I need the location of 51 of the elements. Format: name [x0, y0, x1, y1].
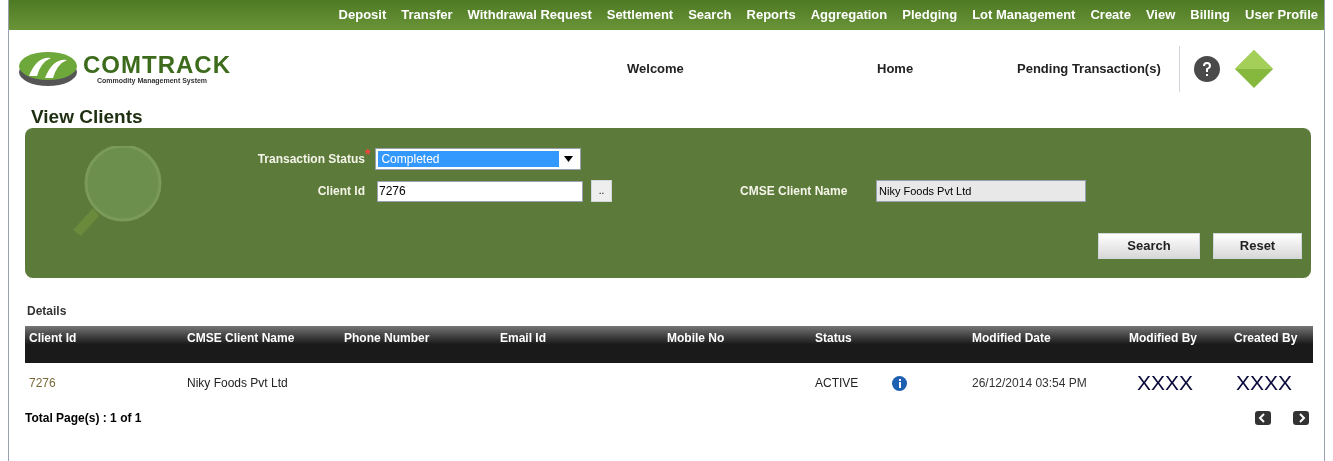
field-label: Client Id: [316, 183, 365, 200]
menu-item[interactable]: User Profile: [1245, 5, 1318, 25]
column-header: Status: [815, 331, 852, 345]
column-header: Modified By: [1129, 331, 1197, 345]
column-header: Modified Date: [972, 331, 1051, 345]
field-label: Transaction Status: [256, 152, 365, 168]
table-cell: Niky Foods Pvt Ltd: [187, 376, 288, 390]
column-header: Phone Number: [344, 331, 430, 345]
menu-item[interactable]: Aggregation: [810, 5, 888, 25]
next-icon[interactable]: [1293, 411, 1309, 425]
lookup-button[interactable]: ..: [591, 180, 612, 202]
menu-item[interactable]: Transfer: [401, 5, 453, 25]
info-icon[interactable]: [892, 375, 907, 391]
field-label: CMSE Client Name: [740, 183, 849, 200]
required-mark: *: [365, 148, 371, 160]
menu-item[interactable]: View: [1145, 5, 1176, 25]
action-button[interactable]: Reset: [1213, 233, 1302, 259]
header-link[interactable]: Welcome: [627, 61, 684, 77]
menu-item[interactable]: Create: [1090, 5, 1131, 25]
column-header: Email Id: [500, 331, 546, 345]
table-cell: 7276: [29, 376, 56, 390]
menu-item[interactable]: Withdrawal Request: [467, 5, 592, 25]
logo-icon: [17, 50, 79, 88]
client-name-field[interactable]: Niky Foods Pvt Ltd: [876, 180, 1086, 202]
menu-item[interactable]: Reports: [746, 5, 796, 25]
menu-item[interactable]: Search: [688, 5, 732, 25]
menu-item[interactable]: Pledging: [902, 5, 958, 25]
help-icon[interactable]: [1193, 56, 1220, 82]
pagination-text: Total Page(s) : 1 of 1: [25, 410, 143, 427]
column-header: Client Id: [29, 331, 77, 345]
section-label: Details: [27, 303, 68, 320]
table-cell-text: XXXX: [1235, 371, 1293, 395]
client-id-field[interactable]: 7276: [377, 180, 583, 202]
caret-icon: [564, 156, 574, 162]
previous-icon[interactable]: [1255, 411, 1271, 425]
status-dropdown[interactable]: Completed: [375, 148, 582, 170]
menu-item[interactable]: Billing: [1190, 5, 1230, 25]
header-link[interactable]: Home: [877, 61, 914, 77]
menu-item[interactable]: Deposit: [338, 5, 387, 25]
menu-item[interactable]: Settlement: [606, 5, 674, 25]
logo-text: COMTRACK: [83, 53, 231, 76]
column-header: CMSE Client Name: [187, 331, 295, 345]
table-cell-text: XXXX: [1136, 371, 1194, 395]
header-link[interactable]: Pending Transaction(s): [1017, 61, 1161, 77]
action-button[interactable]: Search: [1098, 233, 1200, 259]
table-cell: 26/12/2014 03:54 PM: [972, 376, 1087, 390]
column-header: Created By: [1234, 331, 1298, 345]
menu-item[interactable]: Lot Management: [972, 5, 1076, 25]
table-cell: ACTIVE: [815, 376, 859, 390]
column-header: Mobile No: [667, 331, 725, 345]
page-title: View Clients: [31, 106, 144, 128]
